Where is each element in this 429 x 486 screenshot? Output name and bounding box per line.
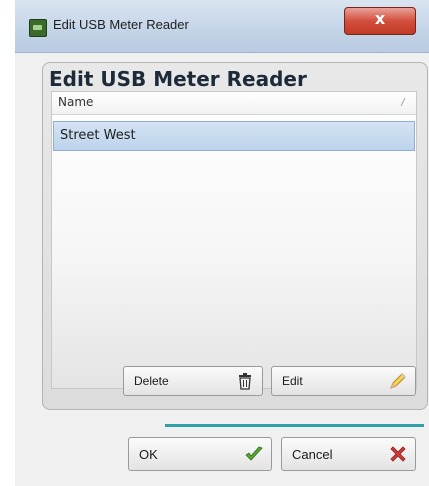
reader-list[interactable]: Name Street West [51, 91, 417, 389]
panel-title: Edit USB Meter Reader [49, 67, 307, 91]
delete-button-label: Delete [134, 374, 169, 388]
ok-button[interactable]: OK [128, 437, 272, 471]
list-item[interactable]: Street West [53, 121, 415, 151]
green-checkmark-icon [245, 446, 263, 461]
close-icon: x [374, 9, 386, 28]
ok-button-label: OK [139, 447, 158, 462]
editor-panel: Edit USB Meter Reader Name Street West [42, 62, 428, 410]
usb-meter-app-icon [29, 19, 47, 37]
name-column-label: Name [58, 95, 94, 109]
edit-pencil-icon [390, 373, 406, 389]
close-button[interactable]: x [344, 7, 416, 35]
name-column-header[interactable]: Name [52, 92, 416, 115]
title-bar[interactable]: Edit USB Meter Reader x [15, 0, 429, 53]
sort-icon [400, 97, 406, 107]
trash-icon [239, 373, 251, 390]
red-x-icon [390, 446, 406, 462]
cancel-button-label: Cancel [292, 447, 333, 462]
accent-divider [165, 424, 424, 427]
edit-button[interactable]: Edit [271, 366, 416, 396]
list-item-label: Street West [60, 128, 136, 143]
edit-button-label: Edit [282, 374, 303, 388]
window-title: Edit USB Meter Reader [53, 17, 189, 32]
cancel-button[interactable]: Cancel [281, 437, 416, 471]
delete-button[interactable]: Delete [123, 366, 263, 396]
